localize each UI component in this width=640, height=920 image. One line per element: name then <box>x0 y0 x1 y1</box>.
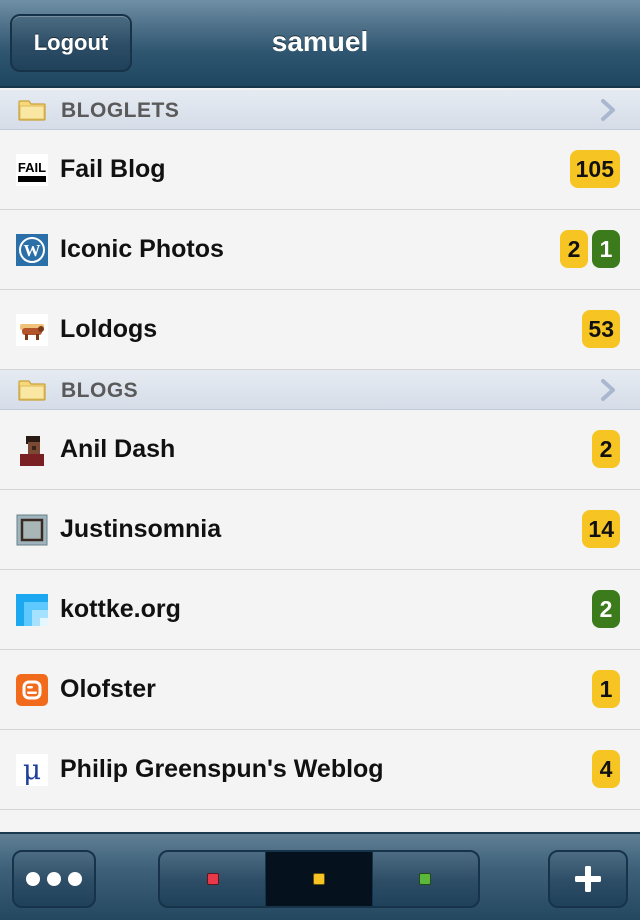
segment-filter-yellow[interactable] <box>266 852 373 906</box>
chevron-right-icon[interactable] <box>596 98 620 122</box>
page-title: samuel <box>271 26 369 57</box>
starred-count-badge: 2 <box>592 590 620 628</box>
unread-count-badge: 2 <box>560 230 588 268</box>
feed-title: Loldogs <box>60 315 158 343</box>
unread-badges: 14 <box>582 510 620 548</box>
blogger-icon <box>16 674 48 706</box>
feed-row[interactable]: Loldogs 53 <box>0 290 640 370</box>
unread-count-badge: 1 <box>592 670 620 708</box>
feed-row[interactable]: Justinsomnia 14 <box>0 490 640 570</box>
unread-count-badge: 2 <box>592 430 620 468</box>
unread-badges: 2 1 <box>560 230 620 268</box>
unread-count-badge: 4 <box>592 750 620 788</box>
feed-row[interactable]: Anil Dash 2 <box>0 410 640 490</box>
starred-count-badge: 1 <box>592 230 620 268</box>
feed-row[interactable] <box>0 810 640 830</box>
svg-text:FAIL: FAIL <box>18 160 46 175</box>
feed-row[interactable]: FAIL Fail Blog 105 <box>0 130 640 210</box>
section-header-bloglets[interactable]: BLOGLETS <box>0 90 640 130</box>
feed-row[interactable]: W Iconic Photos 2 1 <box>0 210 640 290</box>
wordpress-icon: W <box>16 234 48 266</box>
feed-title: Olofster <box>60 675 156 703</box>
unread-count-badge: 14 <box>582 510 620 548</box>
red-dot-icon <box>206 873 219 885</box>
section-label: BLOGS <box>61 379 139 402</box>
avatar-icon <box>16 434 48 466</box>
unread-count-badge: 53 <box>582 310 620 348</box>
kottke-icon <box>16 594 48 626</box>
section-label: BLOGLETS <box>61 99 180 122</box>
feed-row[interactable]: μ Philip Greenspun's Weblog 4 <box>0 730 640 810</box>
square-frame-icon <box>16 514 48 546</box>
navigation-bar: Logout samuel <box>0 0 640 88</box>
unread-count-badge: 105 <box>569 150 620 188</box>
unread-badges: 53 <box>582 310 620 348</box>
svg-text:μ: μ <box>23 754 41 786</box>
hotdog-icon <box>16 314 48 346</box>
mu-icon: μ <box>16 754 48 786</box>
feed-row[interactable]: Olofster 1 <box>0 650 640 730</box>
segment-filter-red[interactable] <box>160 852 267 906</box>
feed-title: Philip Greenspun's Weblog <box>60 755 384 783</box>
unread-badges: 1 <box>592 670 620 708</box>
fail-blog-icon: FAIL <box>16 154 48 186</box>
ellipsis-icon <box>47 872 61 886</box>
segment-filter-green[interactable] <box>373 852 478 906</box>
chevron-right-icon[interactable] <box>596 378 620 402</box>
green-dot-icon <box>419 873 432 885</box>
feed-list: BLOGLETS FAIL Fail Blog 105 W Iconic Pho… <box>0 90 640 830</box>
unread-badges: 4 <box>592 750 620 788</box>
more-button[interactable] <box>12 850 96 908</box>
feed-title: Anil Dash <box>60 435 176 463</box>
folder-icon <box>18 100 46 121</box>
feed-title: Fail Blog <box>60 155 166 183</box>
feed-title: kottke.org <box>60 595 181 623</box>
unread-badges: 2 <box>592 590 620 628</box>
unread-badges: 105 <box>569 150 620 188</box>
unread-badges: 2 <box>592 430 620 468</box>
filter-segmented-control[interactable] <box>158 850 480 908</box>
bottom-toolbar <box>0 832 640 920</box>
yellow-dot-icon <box>312 873 325 885</box>
feed-title: Justinsomnia <box>60 515 222 543</box>
folder-icon <box>18 380 46 401</box>
ellipsis-icon <box>68 872 82 886</box>
feed-row[interactable]: kottke.org 2 <box>0 570 640 650</box>
add-button[interactable] <box>548 850 628 908</box>
svg-text:W: W <box>24 241 41 260</box>
feed-title: Iconic Photos <box>60 235 224 263</box>
plus-icon <box>575 866 601 892</box>
section-header-blogs[interactable]: BLOGS <box>0 370 640 410</box>
ellipsis-icon <box>26 872 40 886</box>
